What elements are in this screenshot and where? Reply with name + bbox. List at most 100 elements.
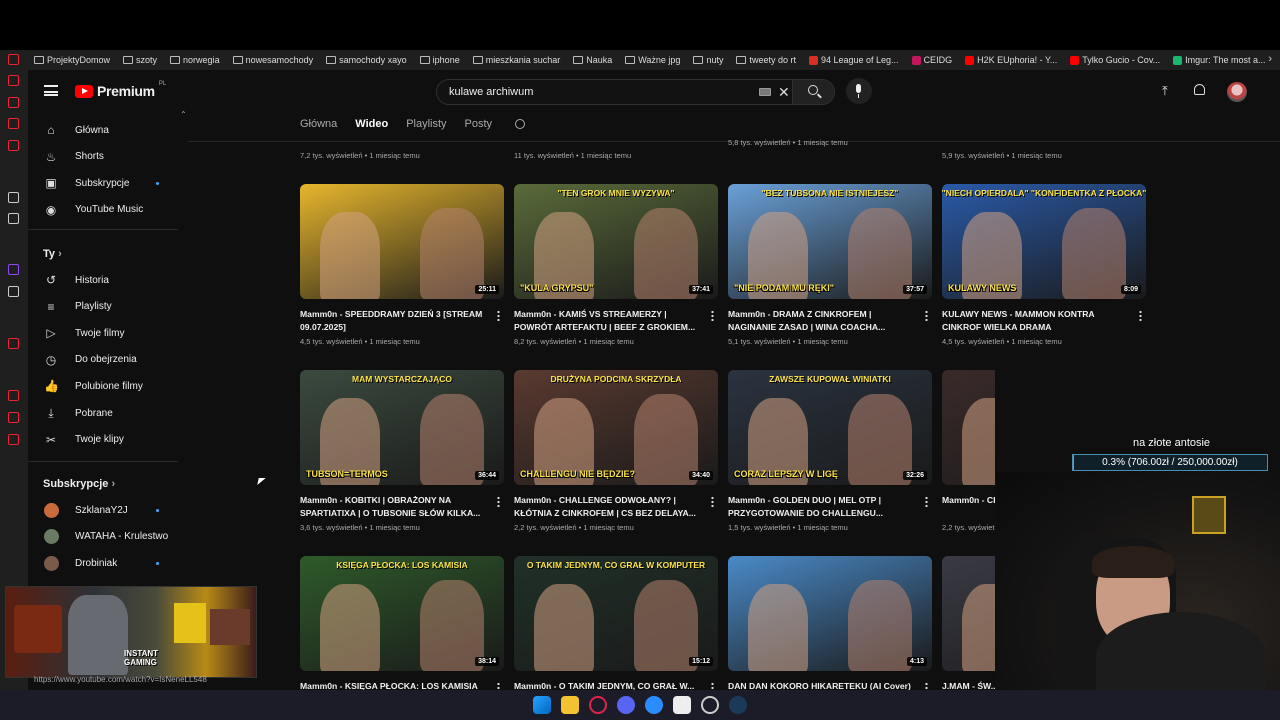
voice-search-button[interactable] (846, 78, 872, 104)
sidebar-item[interactable]: ≡ Playlisty (28, 295, 184, 319)
video-thumbnail[interactable] (942, 556, 995, 671)
video-card[interactable]: DRUŻYNA PODCINA SKRZYDŁA CHALLENGU NIE BĘ… (514, 370, 718, 532)
video-thumbnail[interactable]: DRUŻYNA PODCINA SKRZYDŁA CHALLENGU NIE BĘ… (514, 370, 718, 485)
video-title[interactable]: Mamm0n - KOBITKI | OBRAŻONY NA SPARTIATI… (300, 494, 486, 519)
video-thumbnail[interactable]: "TEN GROK MNIE WYZYWA" "KULA GRYPSU" 37:41 (514, 184, 718, 299)
video-card[interactable]: 4:13 DAN DAN KOKORO HIKARETEKU (AI Cover) (728, 556, 932, 705)
bookmark-item[interactable]: samochody xayo (326, 55, 407, 65)
side-app-icon[interactable] (8, 338, 19, 349)
bookmark-item[interactable]: mieszkania suchar (472, 55, 560, 65)
avatar[interactable] (1227, 82, 1247, 102)
sidebar-item[interactable]: ⌂ Główna (28, 118, 184, 142)
more-options-icon[interactable] (925, 310, 928, 321)
video-card[interactable]: 25:11 Mamm0n - SPEEDDRAMY DZIEŃ 3 [STREAM… (300, 184, 504, 346)
video-title[interactable]: Mamm0n - SPEEDDRAMY DZIEŃ 3 [STREAM 09.0… (300, 308, 486, 333)
sidebar-item[interactable]: ▣ Subskrypcje (28, 171, 184, 195)
keyboard-icon[interactable] (759, 88, 771, 96)
video-thumbnail[interactable]: 25:11 (300, 184, 504, 299)
sidebar-item[interactable]: ⤓ Pobrane (28, 401, 184, 425)
side-app-icon[interactable] (8, 118, 19, 129)
side-app-icon[interactable] (8, 412, 19, 423)
start-icon[interactable] (533, 696, 551, 714)
tab-główna[interactable]: Główna (300, 118, 337, 130)
video-thumbnail[interactable]: KSIĘGA PŁOCKA: LOS KAMISIA 38:14 (300, 556, 504, 671)
video-title[interactable]: Mamm0n - CHALLENGE ODWOŁANY? | KŁÓTNIA Z… (514, 494, 700, 519)
bookmark-item[interactable]: Ważne jpg (625, 55, 680, 65)
video-thumbnail[interactable]: "NIECH OPIERDALA" "KONFIDENTKA Z PŁOCKA"… (942, 184, 1146, 299)
video-card[interactable]: ZAWSZE KUPOWAŁ WINIATKI CORAZ LEPSZY W LI… (728, 370, 932, 532)
clear-search-icon[interactable]: ✕ (778, 84, 790, 101)
sidebar-subscription[interactable]: WATAHA - Krulestwo (28, 525, 184, 549)
messenger-icon[interactable] (645, 696, 663, 714)
video-card[interactable]: J.MAM - ŚW... (942, 556, 995, 705)
video-thumbnail[interactable]: ZAWSZE KUPOWAŁ WINIATKI CORAZ LEPSZY W LI… (728, 370, 932, 485)
video-title[interactable]: Mamm0n - GOLDEN DUO | MEL OTP | PRZYGOTO… (728, 494, 914, 519)
youtube-logo[interactable]: Premium PL (75, 81, 166, 99)
sidebar-item[interactable]: ↺ Historia (28, 268, 184, 292)
video-title[interactable]: KULAWY NEWS - MAMMON KONTRA CINKROF WIEL… (942, 308, 1128, 333)
bookmark-item[interactable]: iphone (419, 55, 460, 65)
video-thumbnail[interactable]: "BEZ TUBSONA NIE ISTNIEJESZ" "NIE PODAM M… (728, 184, 932, 299)
sidebar-item[interactable]: ▷ Twoje filmy (28, 321, 184, 345)
x-icon[interactable] (8, 286, 19, 297)
tab-wideo[interactable]: Wideo (355, 118, 388, 130)
bookmark-item[interactable]: H2K EUphoria! - Y... (965, 55, 1057, 65)
sidebar-subscription[interactable]: Drobiniak (28, 551, 184, 575)
sidebar-subscription[interactable]: SzklanaY2J (28, 498, 184, 522)
tab-posty[interactable]: Posty (465, 118, 493, 130)
steam-icon[interactable] (729, 696, 747, 714)
twitch-icon[interactable] (8, 264, 19, 275)
video-card[interactable]: MAM WYSTARCZAJĄCO TUBSON=TERMOS 36:44 Mamm0… (300, 370, 504, 532)
more-options-icon[interactable] (925, 496, 928, 507)
side-app-icon[interactable] (8, 192, 19, 203)
bookmark-item[interactable]: Nauka (573, 55, 612, 65)
sidebar-item[interactable]: ◉ YouTube Music (28, 198, 184, 222)
video-card[interactable]: KSIĘGA PŁOCKA: LOS KAMISIA 38:14 Mamm0n - … (300, 556, 504, 705)
more-options-icon[interactable] (711, 310, 714, 321)
video-card[interactable]: SAMOTNY WILK31:15 Mamm0n - CHALLENGE | ME… (942, 370, 995, 532)
bookmark-item[interactable]: nowesamochody (232, 55, 313, 65)
more-options-icon[interactable] (497, 310, 500, 321)
tab-playlisty[interactable]: Playlisty (406, 118, 446, 130)
search-icon[interactable] (515, 119, 526, 129)
video-card[interactable]: "TEN GROK MNIE WYZYWA" "KULA GRYPSU" 37:41… (514, 184, 718, 346)
video-title[interactable]: Mamm0n - CHALLENGE | MEL TRZEBA... (942, 494, 995, 519)
sidebar-item[interactable]: ✂ Twoje klipy (28, 428, 184, 452)
video-title[interactable]: Mamm0n - KAMIŚ VS STREAMERZY | POWRÓT AR… (514, 308, 700, 333)
video-title[interactable]: Mamm0n - DRAMA Z CINKROFEM | NAGINANIE Z… (728, 308, 914, 333)
sidebar-section-subscriptions[interactable]: Subskrypcje › (43, 478, 115, 490)
bookmark-item[interactable]: ProjektyDomow (34, 55, 110, 65)
side-app-icon[interactable] (8, 75, 19, 86)
more-options-icon[interactable] (497, 496, 500, 507)
video-card[interactable]: O TAKIM JEDNYM, CO GRAŁ W KOMPUTER 15:12 M… (514, 556, 718, 705)
upload-icon[interactable]: ⤒ (1162, 83, 1168, 99)
discord-icon[interactable] (617, 696, 635, 714)
notifications-icon[interactable] (1194, 84, 1205, 95)
search-button[interactable] (792, 80, 834, 104)
bookmark-item[interactable]: Tylko Gucio - Cov... (1070, 55, 1160, 65)
side-app-icon[interactable] (8, 390, 19, 401)
side-app-icon[interactable] (8, 434, 19, 445)
bookmark-item[interactable]: szoty (123, 55, 157, 65)
bookmark-item[interactable]: CEIDG (911, 55, 952, 65)
more-options-icon[interactable] (711, 496, 714, 507)
video-thumbnail[interactable]: MAM WYSTARCZAJĄCO TUBSON=TERMOS 36:44 (300, 370, 504, 485)
sidebar-item[interactable]: 👍 Polubione filmy (28, 374, 184, 398)
side-app-icon[interactable] (8, 213, 19, 224)
video-card[interactable]: "NIECH OPIERDALA" "KONFIDENTKA Z PŁOCKA"… (942, 184, 1146, 346)
bookmark-item[interactable]: 94 League of Leg... (808, 55, 899, 65)
bookmark-item[interactable]: norwegia (170, 55, 220, 65)
menu-icon[interactable] (44, 85, 58, 96)
app-icon[interactable] (673, 696, 691, 714)
opera-icon[interactable] (589, 696, 607, 714)
video-thumbnail[interactable]: 4:13 (728, 556, 932, 671)
side-app-icon[interactable] (8, 54, 19, 65)
sidebar-section-you[interactable]: Ty › (43, 248, 62, 260)
bookmark-item[interactable]: tweety do rt (736, 55, 796, 65)
search-input[interactable] (437, 86, 737, 98)
sidebar-item[interactable]: ◷ Do obejrzenia (28, 348, 184, 372)
side-app-icon[interactable] (8, 97, 19, 108)
bookmark-item[interactable]: nuty (693, 55, 723, 65)
chevron-right-icon[interactable]: › (1268, 53, 1272, 65)
obs-icon[interactable] (701, 696, 719, 714)
